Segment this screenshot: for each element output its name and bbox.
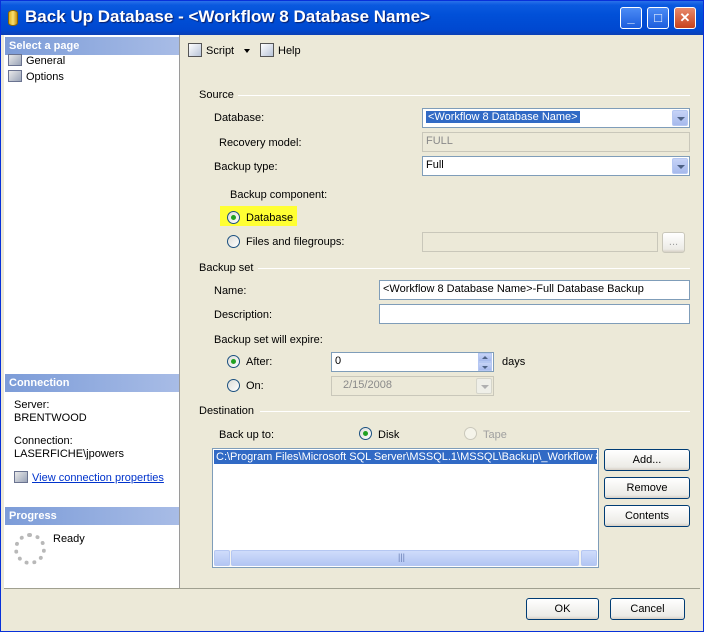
database-label: Database: [214,112,265,124]
tape-label: Tape [483,429,507,441]
script-button[interactable]: Script [188,43,234,57]
scroll-left-icon[interactable] [214,550,230,566]
maximize-button[interactable]: □ [647,7,669,29]
destination-group-label: Destination [199,405,255,417]
server-value: BRENTWOOD [14,412,87,424]
component-files-radio[interactable] [227,235,240,248]
backup-set-divider [258,268,690,269]
destination-list[interactable]: C:\Program Files\Microsoft SQL Server\MS… [212,448,599,568]
backup-set-group-label: Backup set [199,262,254,274]
page-general[interactable]: General [8,54,65,69]
cancel-button[interactable]: Cancel [610,598,685,620]
view-connection-link[interactable]: View connection properties [14,471,164,485]
server-label: Server: [14,399,50,411]
scroll-grip-icon: ||| [398,552,406,562]
recovery-model-field: FULL [422,132,690,152]
description-label: Description: [214,309,273,321]
script-label: Script [206,45,235,57]
add-button[interactable]: Add... [604,449,690,471]
description-field[interactable] [379,304,690,324]
connection-header: Connection [5,374,179,392]
help-button[interactable]: Help [260,43,301,57]
tape-radio [464,427,477,440]
title-bar[interactable]: Back Up Database - <Workflow 8 Database … [1,1,703,35]
expire-label: Backup set will expire: [214,334,323,346]
page-options[interactable]: Options [8,70,64,85]
database-combo[interactable]: <Workflow 8 Database Name> [422,108,690,128]
footer-divider [4,588,700,589]
component-files-label[interactable]: Files and filegroups: [246,235,344,249]
days-label: days [502,356,526,368]
right-pane: Script Help Source Database: <Workflow 8… [182,35,700,588]
window-title: Back Up Database - <Workflow 8 Database … [25,7,431,26]
backup-type-label: Backup type: [214,161,278,173]
chevron-down-icon [476,378,492,394]
component-database-label[interactable]: Database [246,211,293,225]
list-item[interactable]: C:\Program Files\Microsoft SQL Server\MS… [214,450,597,464]
page-icon [8,70,22,82]
close-button[interactable]: ✕ [674,7,696,29]
dialog-client: Select a page General Options Connection… [4,35,700,629]
name-label: Name: [214,285,247,297]
select-page-header: Select a page [5,37,179,55]
page-general-label: General [26,55,66,67]
backup-dialog: Back Up Database - <Workflow 8 Database … [0,0,704,632]
database-value: <Workflow 8 Database Name> [426,111,580,123]
page-icon [8,54,22,66]
chevron-down-icon[interactable] [672,110,688,126]
view-connection-link-text[interactable]: View connection properties [32,472,164,484]
source-divider [238,95,690,96]
script-icon [188,43,202,57]
scroll-right-icon[interactable] [581,550,597,566]
chevron-down-icon[interactable] [672,158,688,174]
source-group-label: Source [199,89,234,101]
destination-divider [260,411,690,412]
ok-button[interactable]: OK [526,598,599,620]
expire-date-value: 2/15/2008 [343,379,392,391]
remove-button[interactable]: Remove [604,477,690,499]
page-options-label: Options [26,71,64,83]
backup-to-label: Back up to: [219,429,275,441]
component-database-radio[interactable] [227,211,240,224]
toolbar: Script Help [182,35,700,65]
filegroups-field [422,232,658,252]
filegroups-browse-button[interactable]: ... [662,232,685,253]
disk-radio[interactable] [359,427,372,440]
expire-days-value: 0 [335,355,342,367]
script-dropdown-icon[interactable] [244,49,250,53]
backup-component-label: Backup component: [230,189,328,201]
help-label: Help [278,45,301,57]
expire-on-radio[interactable] [227,379,240,392]
connection-properties-icon [14,471,28,483]
spin-down-icon[interactable] [478,362,492,371]
expire-days-spinner[interactable]: 0 [331,352,494,372]
backup-type-combo[interactable]: Full [422,156,690,176]
expire-on-label[interactable]: On: [246,379,264,393]
spin-up-icon[interactable] [478,353,492,362]
connection-value: LASERFICHE\jpowers [14,448,125,460]
database-icon [8,10,18,26]
help-icon [260,43,274,57]
horizontal-scrollbar[interactable]: ||| [214,550,597,566]
minimize-button[interactable]: _ [620,7,642,29]
backup-type-value: Full [426,159,444,171]
recovery-model-label: Recovery model: [219,137,302,149]
scroll-thumb[interactable]: ||| [231,550,579,566]
expire-date-picker: 2/15/2008 [331,376,494,396]
connection-label: Connection: [14,435,73,447]
progress-spinner-icon [14,533,46,565]
expire-after-radio[interactable] [227,355,240,368]
expire-after-label[interactable]: After: [246,355,272,369]
disk-label[interactable]: Disk [378,428,399,442]
progress-header: Progress [5,507,179,525]
progress-status: Ready [53,533,85,545]
left-pane: Select a page General Options Connection… [4,35,180,588]
backup-name-field[interactable]: <Workflow 8 Database Name>-Full Database… [379,280,690,300]
contents-button[interactable]: Contents [604,505,690,527]
